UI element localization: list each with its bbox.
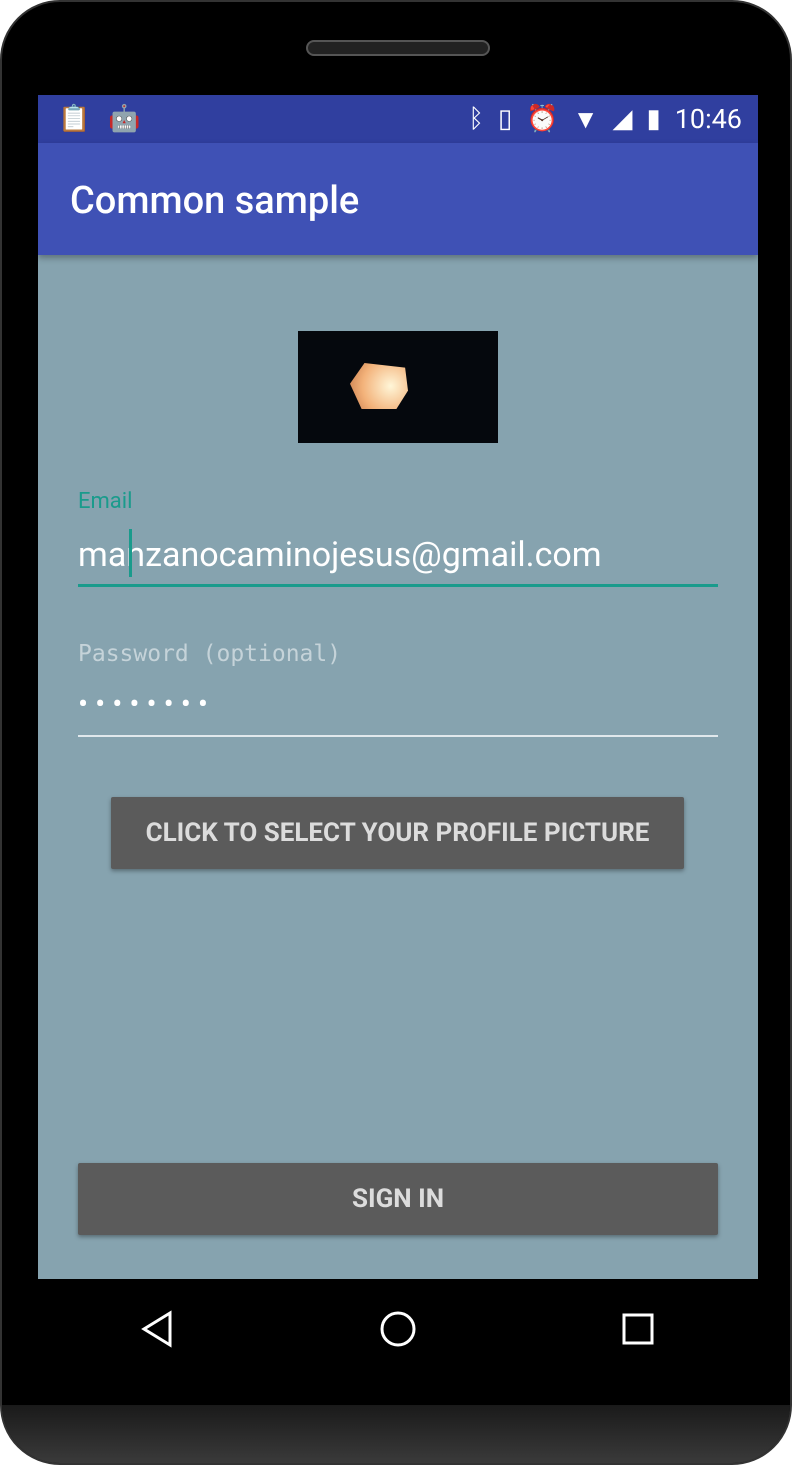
lantern-image — [350, 363, 408, 409]
status-time: 10:46 — [674, 103, 742, 135]
battery-charging-icon: ▮ — [646, 104, 661, 134]
screen: 📋 🤖 ᛒ ▯ ⏰ ▼ ◢ ▮ 10:46 Common sample Emai… — [38, 95, 758, 1279]
status-bar: 📋 🤖 ᛒ ▯ ⏰ ▼ ◢ ▮ 10:46 — [38, 95, 758, 143]
clipboard-check-icon: 📋 — [58, 104, 91, 134]
sign-in-button[interactable]: SIGN IN — [78, 1163, 718, 1235]
app-title: Common sample — [70, 179, 360, 223]
navigation-bar — [38, 1279, 758, 1379]
email-value: manzanocaminojesus@gmail.com — [78, 535, 602, 575]
wifi-icon: ▼ — [572, 104, 599, 135]
alarm-icon: ⏰ — [526, 104, 559, 134]
home-icon[interactable] — [378, 1309, 418, 1349]
password-field[interactable]: •••••••• — [78, 687, 718, 737]
vibrate-icon: ▯ — [498, 104, 513, 134]
text-cursor — [129, 529, 132, 577]
android-icon: 🤖 — [108, 104, 141, 134]
app-bar: Common sample — [38, 143, 758, 255]
email-field[interactable]: manzanocaminojesus@gmail.com — [78, 529, 718, 587]
password-label: Password (optional) — [78, 641, 342, 667]
recents-icon[interactable] — [618, 1309, 658, 1349]
bluetooth-icon: ᛒ — [468, 104, 485, 134]
phone-chin — [2, 1405, 790, 1463]
back-icon[interactable] — [138, 1309, 178, 1349]
phone-frame: 📋 🤖 ᛒ ▯ ⏰ ▼ ◢ ▮ 10:46 Common sample Emai… — [0, 0, 792, 1465]
select-picture-button[interactable]: CLICK TO SELECT YOUR PROFILE PICTURE — [111, 797, 684, 869]
profile-picture — [298, 331, 498, 443]
speaker-grille — [306, 40, 490, 56]
password-value: •••••••• — [78, 687, 215, 722]
signal-icon: ◢ — [612, 104, 633, 134]
email-label: Email — [78, 489, 133, 514]
